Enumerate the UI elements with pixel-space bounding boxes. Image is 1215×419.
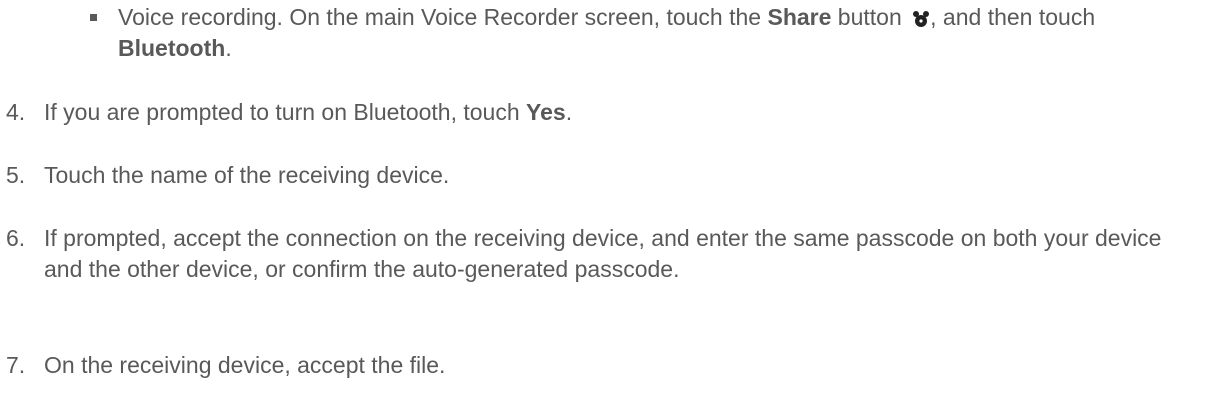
square-bullet-icon xyxy=(90,14,97,21)
step-text: Touch the name of the receiving device. xyxy=(44,162,450,188)
step-text: If prompted, accept the connection on th… xyxy=(44,225,1162,282)
step-number: 7. xyxy=(6,352,26,378)
share-label: Share xyxy=(767,4,832,30)
yes-label: Yes xyxy=(526,99,566,125)
step-number: 4. xyxy=(6,99,26,125)
bullet-text-part: , and then touch xyxy=(930,4,1096,30)
step-text: On the receiving device, accept the file… xyxy=(44,352,446,378)
step-text-part: If you are prompted to turn on Bluetooth… xyxy=(44,99,527,125)
step-number: 6. xyxy=(6,225,26,251)
step-text: If you are prompted to turn on Bluetooth… xyxy=(44,97,1194,128)
bluetooth-label: Bluetooth xyxy=(118,35,226,61)
bullet-text-part: button xyxy=(831,4,909,30)
share-icon xyxy=(913,11,930,27)
bullet-text-part: . xyxy=(225,35,232,61)
step-number: 5. xyxy=(6,162,26,188)
bullet-text-part: Voice recording. On the main Voice Recor… xyxy=(118,4,768,30)
step-text-part: . xyxy=(565,99,573,125)
bullet-text: Voice recording. On the main Voice Recor… xyxy=(118,2,1208,64)
